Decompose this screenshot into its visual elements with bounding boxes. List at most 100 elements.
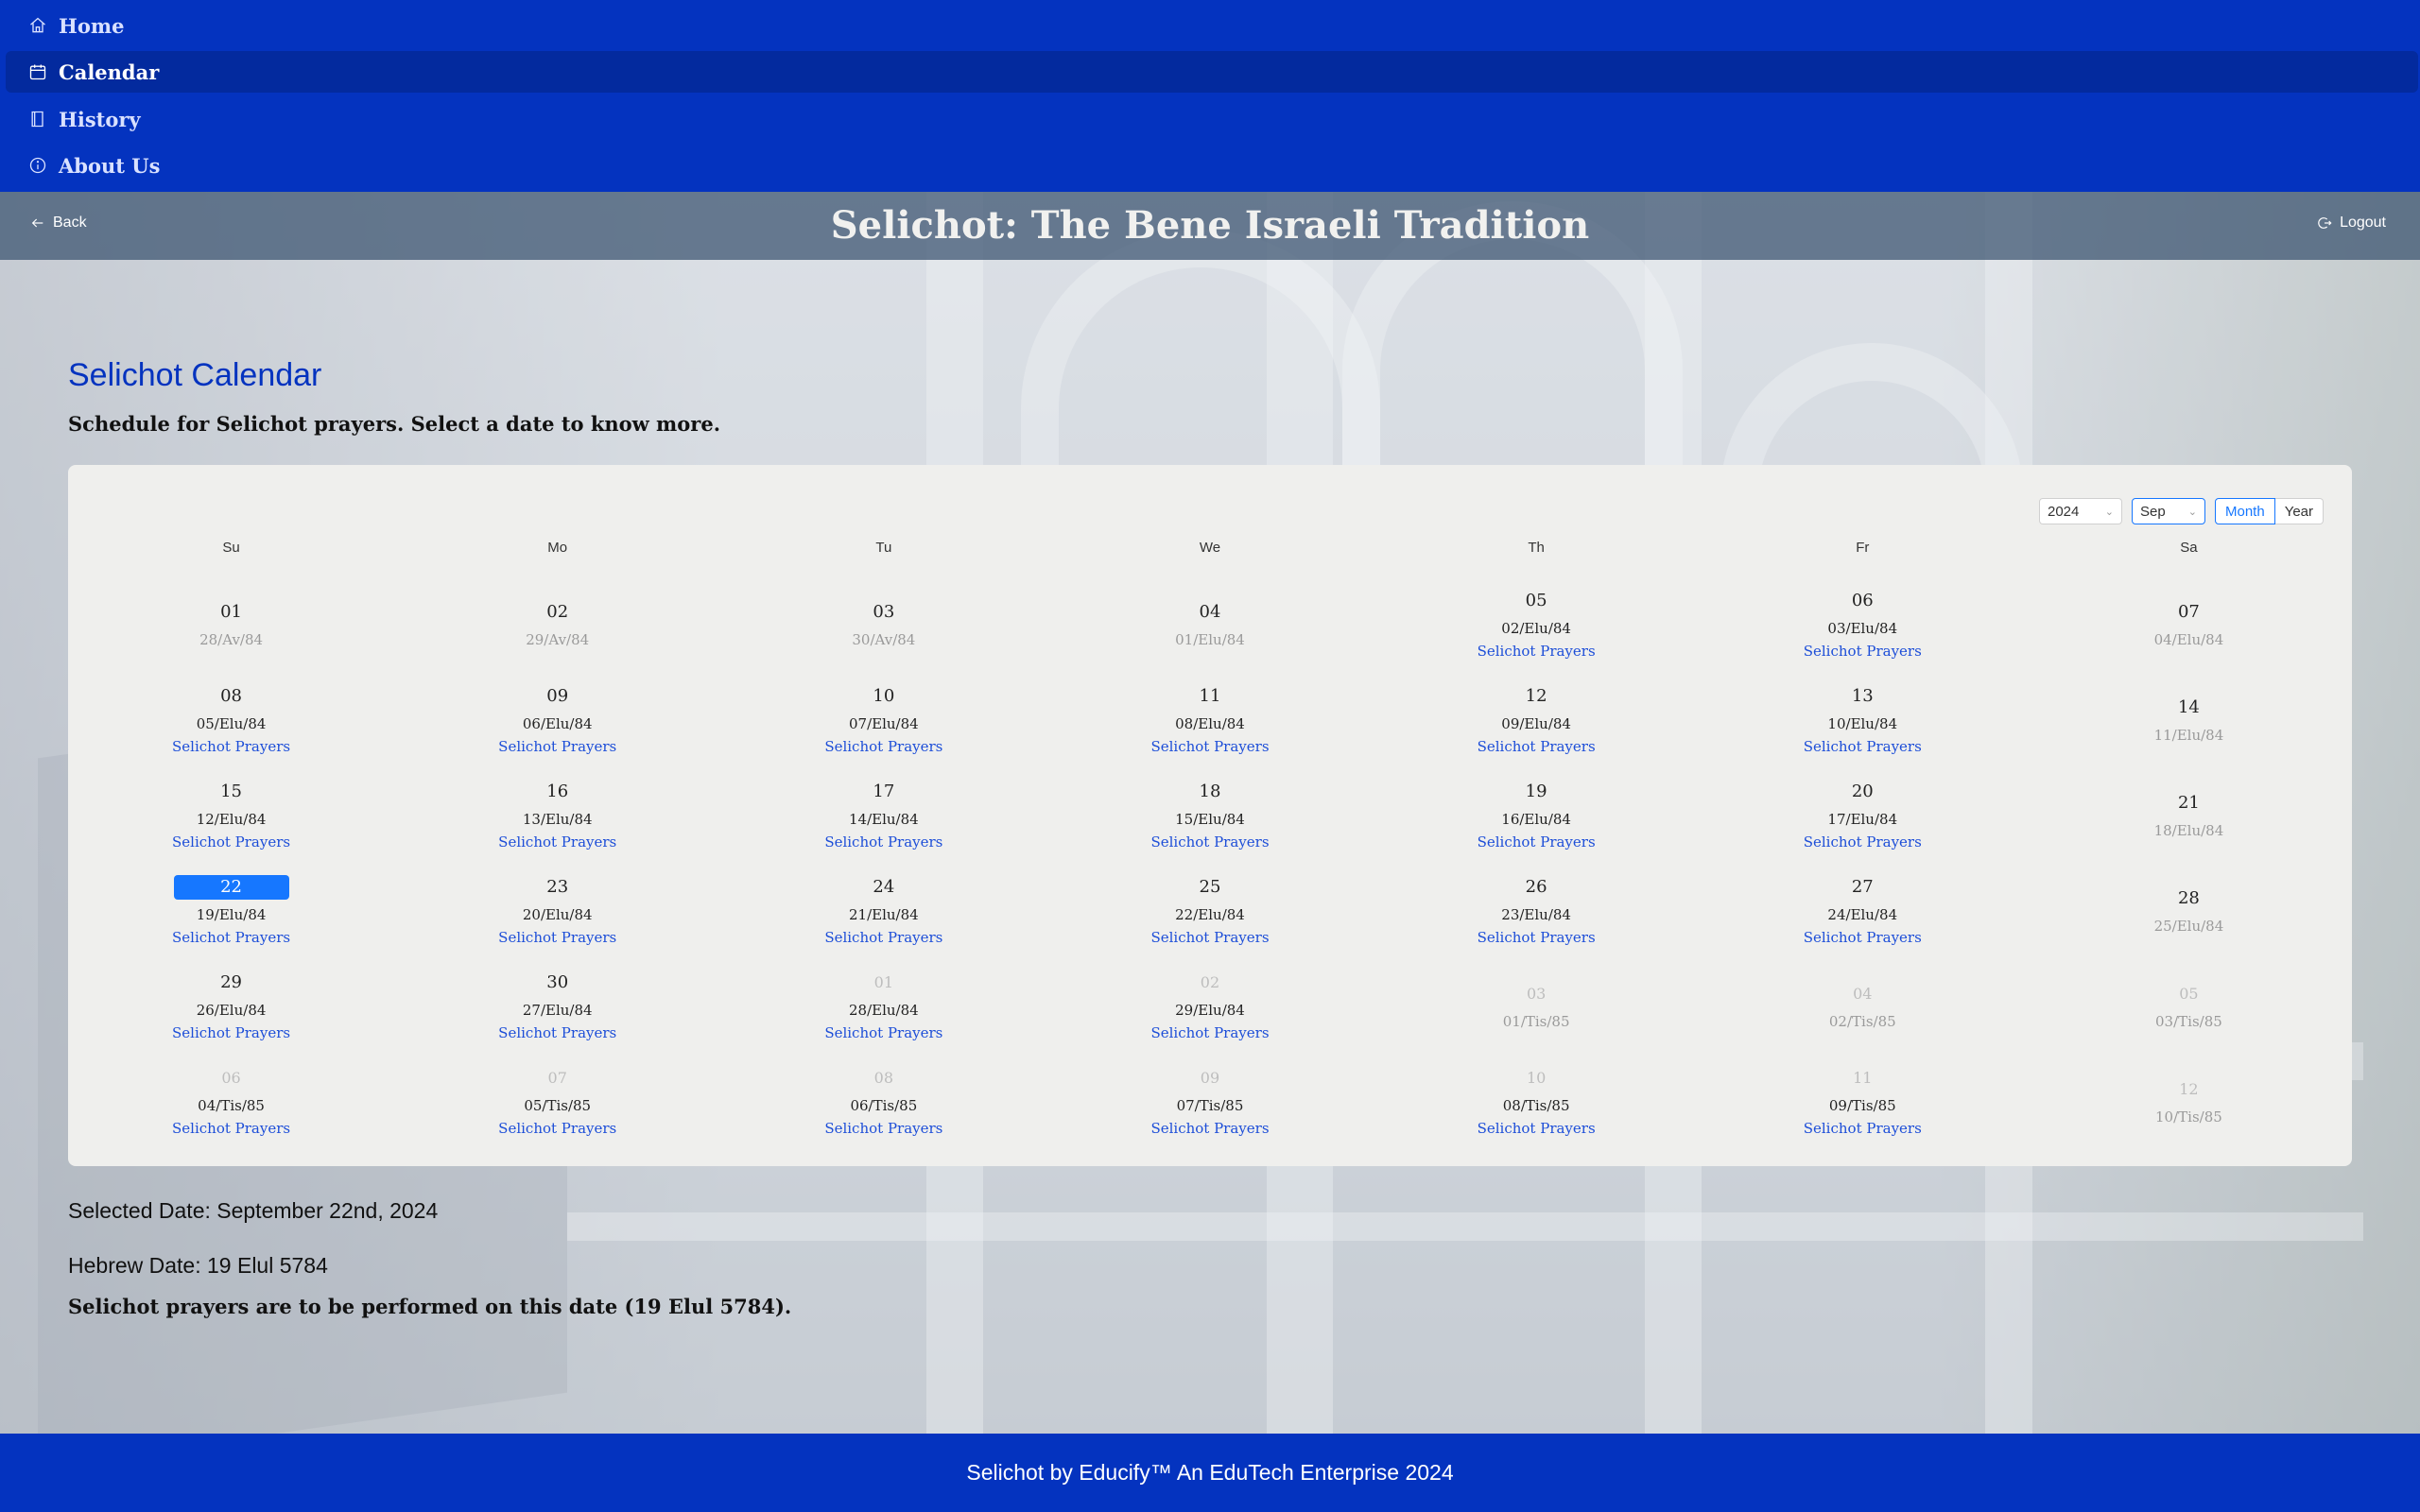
calendar-day-cell[interactable]: 16 13/Elu/84 Selichot Prayers [394,767,720,863]
calendar-day-cell[interactable]: 21 18/Elu/84 [2026,767,2352,863]
calendar-day-cell[interactable]: 02 29/Av/84 [394,576,720,672]
nav-item-history[interactable]: History [6,98,2418,140]
selichot-prayers-link[interactable]: Selichot Prayers [498,833,616,850]
selichot-prayers-link[interactable]: Selichot Prayers [1478,643,1596,660]
calendar-day-cell[interactable]: 03 30/Av/84 [720,576,1046,672]
calendar-day-cell[interactable]: 11 09/Tis/85 Selichot Prayers [1700,1054,2026,1149]
calendar-week-row: 29 26/Elu/84 Selichot Prayers 30 27/Elu/84 Se… [68,958,2352,1054]
selichot-prayers-link[interactable]: Selichot Prayers [1150,929,1269,946]
calendar-weeks: 01 28/Av/84 02 29/Av/84 03 30/Av/84 04 01/Elu/8… [68,576,2352,1149]
calendar-day-cell[interactable]: 18 15/Elu/84 Selichot Prayers [1046,767,1373,863]
hebrew-date: 29/Av/84 [526,631,590,648]
selichot-prayers-link[interactable]: Selichot Prayers [1150,1120,1269,1137]
selichot-prayers-link[interactable]: Selichot Prayers [1804,738,1922,755]
selichot-prayers-link[interactable]: Selichot Prayers [1804,643,1922,660]
month-select[interactable]: Sep ⌄ [2131,498,2205,524]
day-number: 04 [1853,985,1873,1003]
selichot-prayers-link[interactable]: Selichot Prayers [498,738,616,755]
hebrew-date: 12/Elu/84 [196,811,267,828]
hebrew-date: 20/Elu/84 [522,906,593,923]
weekday-label: We [1199,540,1221,556]
calendar-day-cell[interactable]: 28 25/Elu/84 [2026,863,2352,958]
selichot-prayers-link[interactable]: Selichot Prayers [1478,738,1596,755]
calendar-day-cell[interactable]: 12 10/Tis/85 [2026,1054,2352,1149]
calendar-day-cell[interactable]: 30 27/Elu/84 Selichot Prayers [394,958,720,1054]
calendar-day-cell[interactable]: 12 09/Elu/84 Selichot Prayers [1374,672,1700,767]
calendar-day-cell[interactable]: 04 01/Elu/84 [1046,576,1373,672]
day-number: 08 [220,686,243,706]
selichot-prayers-link[interactable]: Selichot Prayers [1150,738,1269,755]
calendar-day-cell[interactable]: 01 28/Av/84 [68,576,394,672]
selichot-prayers-link[interactable]: Selichot Prayers [172,738,290,755]
calendar-day-cell[interactable]: 07 05/Tis/85 Selichot Prayers [394,1054,720,1149]
selichot-prayers-link[interactable]: Selichot Prayers [824,929,942,946]
calendar-day-cell[interactable]: 02 29/Elu/84 Selichot Prayers [1046,958,1373,1054]
calendar-day-cell[interactable]: 17 14/Elu/84 Selichot Prayers [720,767,1046,863]
selichot-prayers-link[interactable]: Selichot Prayers [498,929,616,946]
selichot-prayers-link[interactable]: Selichot Prayers [824,1024,942,1041]
calendar-day-cell[interactable]: 08 05/Elu/84 Selichot Prayers [68,672,394,767]
calendar-day-cell[interactable]: 25 22/Elu/84 Selichot Prayers [1046,863,1373,958]
selichot-prayers-link[interactable]: Selichot Prayers [172,833,290,850]
calendar-day-cell[interactable]: 26 23/Elu/84 Selichot Prayers [1374,863,1700,958]
hebrew-date: 06/Tis/85 [850,1097,918,1114]
calendar-day-cell[interactable]: 27 24/Elu/84 Selichot Prayers [1700,863,2026,958]
calendar-day-cell[interactable]: 10 07/Elu/84 Selichot Prayers [720,672,1046,767]
nav-item-home[interactable]: Home [6,5,2418,46]
calendar-day-cell[interactable]: 07 04/Elu/84 [2026,576,2352,672]
weekday-header-row: Su Mo Tu We Th Fr Sa [68,531,2352,576]
selichot-prayers-link[interactable]: Selichot Prayers [1804,1120,1922,1137]
calendar-day-cell[interactable]: 19 16/Elu/84 Selichot Prayers [1374,767,1700,863]
selichot-prayers-link[interactable]: Selichot Prayers [172,1120,290,1137]
hebrew-date: 13/Elu/84 [522,811,593,828]
selichot-prayers-link[interactable]: Selichot Prayers [172,1024,290,1041]
calendar-day-cell[interactable]: 20 17/Elu/84 Selichot Prayers [1700,767,2026,863]
hebrew-date: 24/Elu/84 [1827,906,1898,923]
calendar-day-cell[interactable]: 05 03/Tis/85 [2026,958,2352,1054]
nav-item-about-us[interactable]: About Us [6,145,2418,186]
calendar-day-cell[interactable]: 06 04/Tis/85 Selichot Prayers [68,1054,394,1149]
calendar-day-cell[interactable]: 23 20/Elu/84 Selichot Prayers [394,863,720,958]
selichot-prayers-link[interactable]: Selichot Prayers [1478,929,1596,946]
calendar-day-cell[interactable]: 29 26/Elu/84 Selichot Prayers [68,958,394,1054]
calendar-day-cell[interactable]: 09 06/Elu/84 Selichot Prayers [394,672,720,767]
selichot-prayers-link[interactable]: Selichot Prayers [1804,929,1922,946]
year-select[interactable]: 2024 ⌄ [2038,498,2122,524]
calendar-day-cell[interactable]: 14 11/Elu/84 [2026,672,2352,767]
calendar-day-cell[interactable]: 10 08/Tis/85 Selichot Prayers [1374,1054,1700,1149]
selichot-prayers-link[interactable]: Selichot Prayers [1804,833,1922,850]
selichot-prayers-link[interactable]: Selichot Prayers [498,1024,616,1041]
hebrew-date: 30/Av/84 [852,631,916,648]
calendar-day-cell[interactable]: 13 10/Elu/84 Selichot Prayers [1700,672,2026,767]
weekday-label: Tu [875,540,892,556]
site-title: Selichot: The Bene Israeli Tradition [830,203,1590,248]
logout-button[interactable]: Logout [2317,215,2386,232]
month-mode-button[interactable]: Month [2214,498,2275,524]
calendar-day-cell[interactable]: 03 01/Tis/85 [1374,958,1700,1054]
selichot-prayers-link[interactable]: Selichot Prayers [1150,1024,1269,1041]
calendar-week-row: 06 04/Tis/85 Selichot Prayers 07 05/Tis/85 Se… [68,1054,2352,1149]
selichot-prayers-link[interactable]: Selichot Prayers [172,929,290,946]
calendar-day-cell[interactable]: 11 08/Elu/84 Selichot Prayers [1046,672,1373,767]
calendar-day-cell[interactable]: 15 12/Elu/84 Selichot Prayers [68,767,394,863]
selichot-prayers-link[interactable]: Selichot Prayers [824,1120,942,1137]
selichot-prayers-link[interactable]: Selichot Prayers [1150,833,1269,850]
year-mode-button[interactable]: Year [2274,498,2324,524]
calendar-grid: Su Mo Tu We Th Fr Sa 01 28/Av/84 02 29/Av/84 03 30/… [68,531,2352,1149]
calendar-day-cell[interactable]: 04 02/Tis/85 [1700,958,2026,1054]
calendar-day-cell[interactable]: 05 02/Elu/84 Selichot Prayers [1374,576,1700,672]
selichot-prayers-link[interactable]: Selichot Prayers [498,1120,616,1137]
selichot-prayers-link[interactable]: Selichot Prayers [1478,1120,1596,1137]
calendar-day-cell[interactable]: 01 28/Elu/84 Selichot Prayers [720,958,1046,1054]
calendar-day-cell[interactable]: 24 21/Elu/84 Selichot Prayers [720,863,1046,958]
selichot-prayers-link[interactable]: Selichot Prayers [1478,833,1596,850]
selichot-prayers-link[interactable]: Selichot Prayers [824,738,942,755]
selichot-prayers-link[interactable]: Selichot Prayers [824,833,942,850]
calendar-day-cell[interactable]: 22 19/Elu/84 Selichot Prayers [68,863,394,958]
nav-label-history: History [59,107,141,131]
calendar-day-cell[interactable]: 06 03/Elu/84 Selichot Prayers [1700,576,2026,672]
calendar-day-cell[interactable]: 08 06/Tis/85 Selichot Prayers [720,1054,1046,1149]
calendar-day-cell[interactable]: 09 07/Tis/85 Selichot Prayers [1046,1054,1373,1149]
hebrew-date: 28/Av/84 [199,631,264,648]
nav-item-calendar[interactable]: Calendar [6,51,2418,93]
